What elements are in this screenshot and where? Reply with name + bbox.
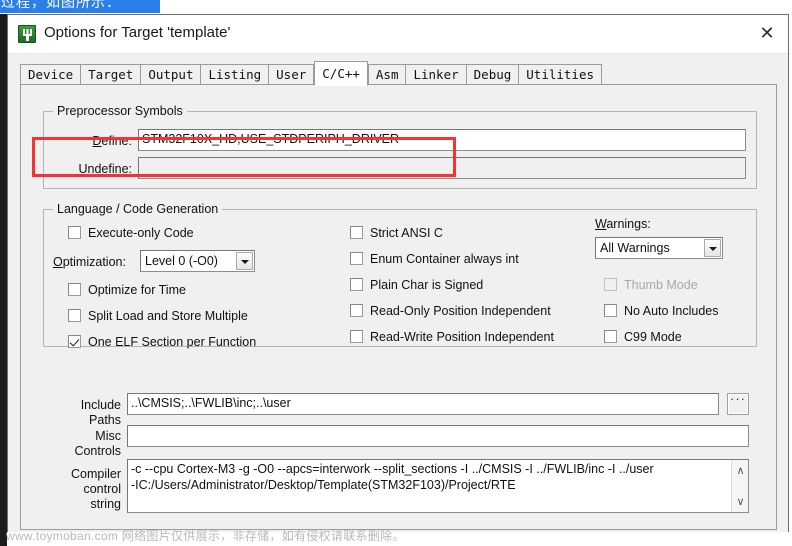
compiler-string-scrollbar[interactable]: ∧ ∨: [731, 460, 748, 512]
checkbox-box: [604, 278, 617, 291]
checkbox-box: [350, 304, 363, 317]
dialog-title: Options for Target 'template': [44, 24, 231, 41]
checkbox-enum-container-always-int[interactable]: Enum Container always int: [350, 252, 519, 266]
tab-user[interactable]: User: [269, 64, 315, 85]
checkbox-box: [68, 226, 81, 239]
checkbox-label: Read-Only Position Independent: [370, 304, 551, 318]
c-cpp-tab-page: Preprocessor Symbols Define: STM32F10X_H…: [20, 84, 777, 530]
checkbox-box: [604, 330, 617, 343]
page-left-margin: [0, 14, 7, 546]
checkbox-box: [350, 252, 363, 265]
compiler-control-string-label-line3: string: [90, 497, 121, 511]
tab-target[interactable]: Target: [81, 64, 142, 85]
checkbox-label: No Auto Includes: [624, 304, 719, 318]
checkbox-execute-only-code[interactable]: Execute-only Code: [68, 226, 194, 240]
scroll-up-icon[interactable]: ∧: [732, 462, 748, 479]
checkbox-label: Enum Container always int: [370, 252, 519, 266]
warnings-label: Warnings:: [595, 217, 651, 231]
dialog-titlebar: Options for Target 'template' ✕: [8, 15, 788, 54]
chevron-down-icon[interactable]: [236, 252, 253, 270]
selected-chinese-text: 过程，如图所示：: [0, 0, 160, 13]
tab-utilities[interactable]: Utilities: [519, 64, 603, 85]
checkbox-box: [68, 309, 81, 322]
compiler-control-string-line-2: -IC:/Users/Administrator/Desktop/Templat…: [131, 478, 516, 492]
misc-controls-label-line1: Misc: [95, 429, 121, 443]
checkbox-label: Split Load and Store Multiple: [88, 309, 248, 323]
warnings-value: All Warnings: [600, 241, 670, 255]
undefine-label: Undefine:: [78, 162, 132, 176]
checkbox-optimize-for-time[interactable]: Optimize for Time: [68, 283, 186, 297]
checkbox-box: [350, 330, 363, 343]
preprocessor-symbols-group: Preprocessor Symbols Define: STM32F10X_H…: [43, 104, 757, 189]
tab-listing[interactable]: Listing: [201, 64, 270, 85]
checkbox-box: [604, 304, 617, 317]
compiler-control-string-line-1: -c --cpu Cortex-M3 -g -O0 --apcs=interwo…: [131, 462, 654, 476]
undefine-input[interactable]: [138, 157, 746, 179]
scroll-down-icon[interactable]: ∨: [732, 493, 748, 510]
define-label: Define:: [92, 134, 132, 148]
checkbox-box: [350, 226, 363, 239]
compiler-control-string-textarea[interactable]: -c --cpu Cortex-M3 -g -O0 --apcs=interwo…: [127, 459, 749, 513]
compiler-control-string-label-line1: Compiler: [70, 467, 121, 481]
tab-c-cpp[interactable]: C/C++: [314, 61, 368, 86]
include-paths-browse-button[interactable]: [727, 391, 749, 415]
checkbox-label: C99 Mode: [624, 330, 682, 344]
checkbox-one-elf-section-per-function[interactable]: One ELF Section per Function: [68, 335, 256, 349]
include-paths-label-line2: Paths: [89, 413, 121, 427]
tab-bar: Device Target Output Listing User C/C++ …: [20, 61, 603, 86]
misc-controls-label-line2: Controls: [74, 444, 121, 458]
optimization-value: Level 0 (-O0): [145, 254, 218, 268]
close-icon[interactable]: ✕: [752, 21, 782, 47]
optimization-label: Optimization:: [53, 255, 126, 269]
include-paths-input[interactable]: ..\CMSIS;..\FWLIB\inc;..\user: [127, 393, 719, 415]
language-code-generation-title: Language / Code Generation: [53, 202, 223, 216]
checkbox-plain-char-is-signed[interactable]: Plain Char is Signed: [350, 278, 483, 292]
checkbox-strict-ansi-c[interactable]: Strict ANSI C: [350, 226, 443, 240]
tab-asm[interactable]: Asm: [367, 64, 407, 85]
checkbox-label: Strict ANSI C: [370, 226, 443, 240]
checkbox-split-load-and-store-multiple[interactable]: Split Load and Store Multiple: [68, 309, 248, 323]
checkbox-box: [68, 283, 81, 296]
checkbox-no-auto-includes[interactable]: No Auto Includes: [604, 304, 719, 318]
include-paths-label-line1: Include: [80, 398, 121, 412]
preprocessor-symbols-title: Preprocessor Symbols: [53, 104, 187, 118]
checkbox-read-only-position-independent[interactable]: Read-Only Position Independent: [350, 304, 551, 318]
tab-device[interactable]: Device: [20, 64, 82, 85]
checkbox-box: [350, 278, 363, 291]
checkbox-label: One ELF Section per Function: [88, 335, 257, 349]
checkbox-label: Read-Write Position Independent: [370, 330, 554, 344]
checkbox-label: Execute-only Code: [88, 226, 194, 240]
checkbox-c99-mode[interactable]: C99 Mode: [604, 330, 682, 344]
chevron-down-icon[interactable]: [704, 239, 721, 257]
define-input[interactable]: STM32F10X_HD,USE_STDPERIPH_DRIVER: [138, 129, 746, 151]
tab-linker[interactable]: Linker: [406, 64, 467, 85]
checkbox-label: Optimize for Time: [88, 283, 186, 297]
keil-uvision-icon: [18, 25, 36, 43]
checkbox-label: Thumb Mode: [624, 278, 698, 292]
checkbox-box: [68, 335, 81, 348]
tab-output[interactable]: Output: [141, 64, 202, 85]
watermark-text: www.toymoban.com 网络图片仅供展示，非存储，如有侵权请联系删除。: [6, 529, 405, 543]
options-dialog: Options for Target 'template' ✕ Device T…: [7, 14, 789, 532]
language-code-generation-group: Language / Code Generation Execute-only …: [43, 202, 757, 349]
checkbox-read-write-position-independent[interactable]: Read-Write Position Independent: [350, 330, 554, 344]
page-top-selection-strip: 过程，如图所示：: [0, 0, 792, 14]
optimization-select[interactable]: Level 0 (-O0): [140, 250, 255, 272]
warnings-select[interactable]: All Warnings: [595, 237, 723, 259]
tab-debug[interactable]: Debug: [466, 64, 520, 85]
compiler-control-string-label-line2: control: [83, 482, 121, 496]
checkbox-label: Plain Char is Signed: [370, 278, 484, 292]
checkbox-thumb-mode: Thumb Mode: [604, 278, 698, 292]
screenshot-root: 过程，如图所示： Options for Target 'template' ✕…: [0, 0, 792, 546]
misc-controls-input[interactable]: [127, 425, 749, 447]
